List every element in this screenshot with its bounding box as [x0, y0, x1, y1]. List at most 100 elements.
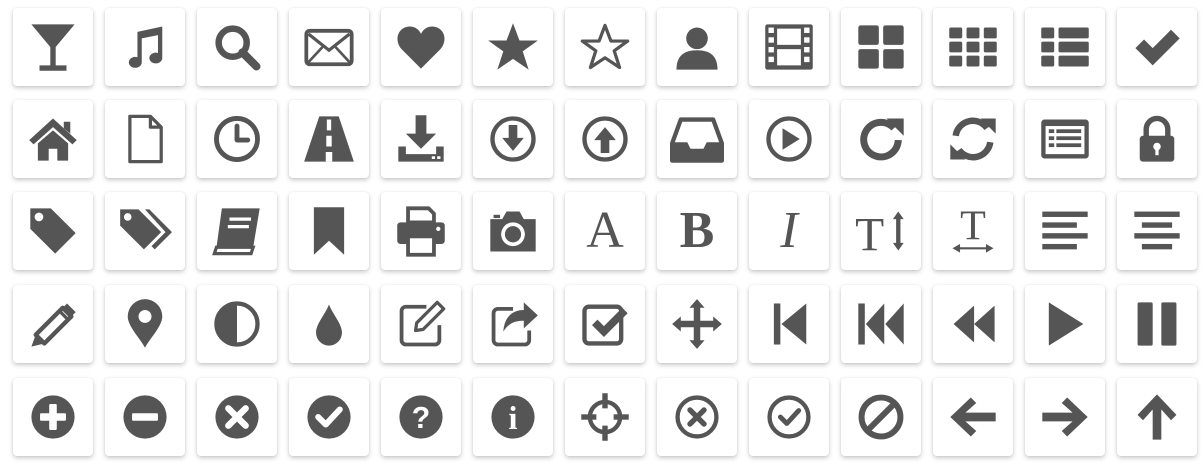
download-icon [394, 112, 448, 166]
file-tile[interactable] [105, 100, 185, 178]
tag-icon [26, 204, 80, 258]
tags-tile[interactable] [105, 192, 185, 270]
pencil-tile[interactable] [13, 285, 93, 363]
text-height-icon: T [854, 204, 908, 258]
search-tile[interactable] [197, 8, 277, 86]
th-icon [946, 20, 1000, 74]
check-circle-tile[interactable] [289, 378, 369, 456]
heart-tile[interactable] [381, 8, 461, 86]
rotate-right-tile[interactable] [841, 100, 921, 178]
arrow-right-icon [1038, 390, 1092, 444]
italic-tile[interactable]: I [749, 192, 829, 270]
tint-icon [302, 297, 356, 351]
font-tile[interactable]: A [565, 192, 645, 270]
download-tile[interactable] [381, 100, 461, 178]
camera-tile[interactable] [473, 192, 553, 270]
minus-circle-tile[interactable] [105, 378, 185, 456]
fast-backward-icon [854, 297, 908, 351]
play-tile[interactable] [1025, 285, 1105, 363]
tags-icon [118, 204, 172, 258]
crosshairs-tile[interactable] [565, 378, 645, 456]
home-tile[interactable] [13, 100, 93, 178]
times-circle-tile[interactable] [197, 378, 277, 456]
align-left-tile[interactable] [1025, 192, 1105, 270]
th-list-tile[interactable] [1025, 8, 1105, 86]
arrow-up-icon [1130, 390, 1184, 444]
text-height-tile[interactable]: T [841, 192, 921, 270]
film-icon [762, 20, 816, 74]
times-circle-outline-icon [670, 390, 724, 444]
ban-tile[interactable] [841, 378, 921, 456]
bold-tile[interactable]: B [657, 192, 737, 270]
user-icon [670, 20, 724, 74]
pause-tile[interactable] [1117, 285, 1197, 363]
arrow-left-tile[interactable] [933, 378, 1013, 456]
svg-text:T: T [960, 204, 986, 250]
clock-tile[interactable] [197, 100, 277, 178]
map-marker-tile[interactable] [105, 285, 185, 363]
align-center-tile[interactable] [1117, 192, 1197, 270]
check-icon [1130, 20, 1184, 74]
check-tile[interactable] [1117, 8, 1197, 86]
arrow-circle-down-icon [486, 112, 540, 166]
file-icon [118, 112, 172, 166]
text-width-icon: T [946, 204, 1000, 258]
film-tile[interactable] [749, 8, 829, 86]
move-tile[interactable] [657, 285, 737, 363]
road-tile[interactable] [289, 100, 369, 178]
share-tile[interactable] [473, 285, 553, 363]
play-circle-icon [762, 112, 816, 166]
user-tile[interactable] [657, 8, 737, 86]
crosshairs-icon [578, 390, 632, 444]
th-large-tile[interactable] [841, 8, 921, 86]
refresh-tile[interactable] [933, 100, 1013, 178]
info-circle-tile[interactable]: i [473, 378, 553, 456]
ban-icon [854, 390, 908, 444]
envelope-tile[interactable] [289, 8, 369, 86]
play-circle-tile[interactable] [749, 100, 829, 178]
print-tile[interactable] [381, 192, 461, 270]
music-tile[interactable] [105, 8, 185, 86]
list-alt-tile[interactable] [1025, 100, 1105, 178]
play-icon [1038, 297, 1092, 351]
tint-tile[interactable] [289, 285, 369, 363]
backward-tile[interactable] [933, 285, 1013, 363]
question-circle-icon: ? [394, 390, 448, 444]
question-circle-tile[interactable]: ? [381, 378, 461, 456]
step-backward-tile[interactable] [749, 285, 829, 363]
plus-circle-tile[interactable] [13, 378, 93, 456]
fast-backward-tile[interactable] [841, 285, 921, 363]
inbox-tile[interactable] [657, 100, 737, 178]
arrow-right-tile[interactable] [1025, 378, 1105, 456]
bookmark-tile[interactable] [289, 192, 369, 270]
refresh-icon [946, 112, 1000, 166]
arrow-up-tile[interactable] [1117, 378, 1197, 456]
arrow-circle-down-tile[interactable] [473, 100, 553, 178]
search-icon [210, 20, 264, 74]
book-icon [210, 204, 264, 258]
move-icon [670, 297, 724, 351]
adjust-tile[interactable] [197, 285, 277, 363]
align-left-icon [1038, 204, 1092, 258]
lock-tile[interactable] [1117, 100, 1197, 178]
tag-tile[interactable] [13, 192, 93, 270]
arrow-left-icon [946, 390, 1000, 444]
svg-text:T: T [855, 209, 884, 258]
font-icon: A [586, 202, 624, 259]
th-list-icon [1038, 20, 1092, 74]
times-circle-outline-tile[interactable] [657, 378, 737, 456]
th-tile[interactable] [933, 8, 1013, 86]
arrow-circle-up-tile[interactable] [565, 100, 645, 178]
star-tile[interactable] [473, 8, 553, 86]
bookmark-icon [302, 204, 356, 258]
bold-icon: B [679, 202, 715, 259]
check-square-tile[interactable] [565, 285, 645, 363]
star-outline-tile[interactable] [565, 8, 645, 86]
rotate-right-icon [854, 112, 908, 166]
book-tile[interactable] [197, 192, 277, 270]
check-circle-outline-tile[interactable] [749, 378, 829, 456]
glass-tile[interactable] [13, 8, 93, 86]
svg-text:?: ? [412, 402, 430, 435]
text-width-tile[interactable]: T [933, 192, 1013, 270]
edit-tile[interactable] [381, 285, 461, 363]
